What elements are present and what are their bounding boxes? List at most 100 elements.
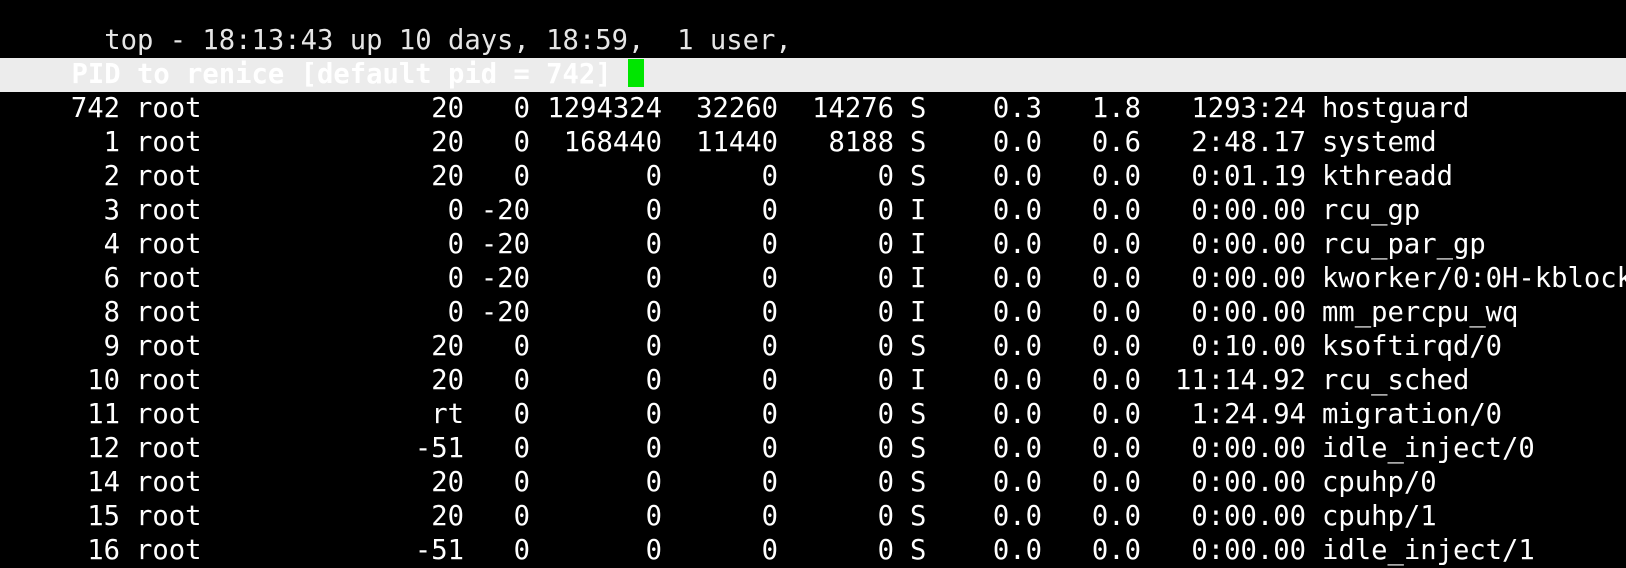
process-shr: 0 [877, 365, 894, 396]
terminal-window[interactable]: top - 18:13:43 up 10 days, 18:59, 1 user… [0, 0, 1626, 568]
process-nice: 0 [513, 467, 530, 498]
process-mem: 0.0 [1091, 161, 1141, 192]
process-row[interactable]: 12 root -51 0 0 0 0 S 0.0 0.0 0:00.00 idle_inject/0 [6, 432, 1626, 466]
process-res: 0 [761, 535, 778, 566]
process-row[interactable]: 742 root 20 0 1294324 32260 14276 S 0.3 1.8 1293:2… [6, 92, 1626, 126]
process-shr: 8188 [828, 127, 894, 158]
text-cursor[interactable] [628, 59, 645, 87]
process-row[interactable]: 11 root rt 0 0 0 0 S 0.0 0.0 1:24.94 migration/0 [6, 398, 1626, 432]
process-mem: 0.0 [1091, 399, 1141, 430]
process-shr: 0 [877, 331, 894, 362]
process-row[interactable]: 1 root 20 0 168440 11440 8188 S 0.0 0.6 2:48.17 sys… [6, 126, 1626, 160]
process-nice: 0 [513, 93, 530, 124]
process-shr: 0 [877, 195, 894, 226]
process-time: 0:10.00 [1191, 331, 1306, 362]
process-state: S [910, 535, 927, 566]
process-pid: 2 [103, 161, 120, 192]
process-user: root [136, 195, 202, 226]
process-state: S [910, 399, 927, 430]
process-row[interactable]: 9 root 20 0 0 0 0 S 0.0 0.0 0:10.00 ksoftirqd/0 [6, 330, 1626, 364]
process-virt: 0 [645, 535, 662, 566]
process-shr: 0 [877, 161, 894, 192]
process-user: root [136, 535, 202, 566]
process-row[interactable]: 16 root -51 0 0 0 0 S 0.0 0.0 0:00.00 idle_inject/1 [6, 534, 1626, 568]
process-mem: 0.0 [1091, 433, 1141, 464]
process-time: 0:00.00 [1191, 297, 1306, 328]
process-command: hostguard [1322, 93, 1470, 124]
process-res: 0 [761, 229, 778, 260]
process-cpu: 0.0 [992, 399, 1042, 430]
process-nice: -20 [480, 195, 530, 226]
process-res: 0 [761, 161, 778, 192]
process-command: systemd [1322, 127, 1437, 158]
process-command: idle_inject/0 [1322, 433, 1535, 464]
process-priority: 20 [431, 93, 464, 124]
process-time: 0:00.00 [1191, 229, 1306, 260]
process-cpu: 0.0 [992, 263, 1042, 294]
process-pid: 15 [87, 501, 120, 532]
process-row[interactable]: 3 root 0 -20 0 0 0 I 0.0 0.0 0:00.00 rcu_gp [6, 194, 1626, 228]
process-priority: 20 [431, 501, 464, 532]
previous-output-text: top - 18:13:43 up 10 days, 18:59, 1 user… [71, 25, 792, 56]
process-cpu: 0.3 [992, 93, 1042, 124]
process-user: root [136, 161, 202, 192]
process-pid: 10 [87, 365, 120, 396]
process-pid: 12 [87, 433, 120, 464]
process-state: I [910, 229, 927, 260]
process-priority: 20 [431, 331, 464, 362]
process-mem: 1.8 [1091, 93, 1141, 124]
process-priority: 20 [431, 467, 464, 498]
process-row[interactable]: 2 root 20 0 0 0 0 S 0.0 0.0 0:01.19 kthreadd [6, 160, 1626, 194]
process-res: 0 [761, 365, 778, 396]
process-row[interactable]: 14 root 20 0 0 0 0 S 0.0 0.0 0:00.00 cpuhp/0 [6, 466, 1626, 500]
process-row[interactable]: 8 root 0 -20 0 0 0 I 0.0 0.0 0:00.00 mm_percpu_wq [6, 296, 1626, 330]
process-pid: 6 [103, 263, 120, 294]
process-row[interactable]: 4 root 0 -20 0 0 0 I 0.0 0.0 0:00.00 rcu_par_gp [6, 228, 1626, 262]
process-cpu: 0.0 [992, 365, 1042, 396]
process-shr: 14276 [812, 93, 894, 124]
process-command: mm_percpu_wq [1322, 297, 1519, 328]
process-virt: 0 [645, 297, 662, 328]
process-state: I [910, 263, 927, 294]
process-virt: 0 [645, 161, 662, 192]
process-command: cpuhp/1 [1322, 501, 1437, 532]
process-priority: -51 [414, 433, 464, 464]
process-row[interactable]: 6 root 0 -20 0 0 0 I 0.0 0.0 0:00.00 kworker/0:0H-k… [6, 262, 1626, 296]
process-time: 0:01.19 [1191, 161, 1306, 192]
process-command: rcu_par_gp [1322, 229, 1486, 260]
process-nice: 0 [513, 127, 530, 158]
process-cpu: 0.0 [992, 229, 1042, 260]
process-virt: 1294324 [547, 93, 662, 124]
process-mem: 0.0 [1091, 263, 1141, 294]
process-user: root [136, 467, 202, 498]
process-res: 32260 [696, 93, 778, 124]
renice-prompt-text: PID to renice [default pid = 742] [71, 59, 629, 90]
process-mem: 0.6 [1091, 127, 1141, 158]
process-nice: -20 [480, 229, 530, 260]
process-command: rcu_gp [1322, 195, 1421, 226]
process-row[interactable]: 15 root 20 0 0 0 0 S 0.0 0.0 0:00.00 cpuhp/1 [6, 500, 1626, 534]
process-virt: 0 [645, 263, 662, 294]
process-shr: 0 [877, 263, 894, 294]
process-priority: 0 [447, 263, 464, 294]
process-user: root [136, 229, 202, 260]
process-user: root [136, 399, 202, 430]
process-time: 0:00.00 [1191, 535, 1306, 566]
process-virt: 0 [645, 229, 662, 260]
process-cpu: 0.0 [992, 331, 1042, 362]
process-row[interactable]: 10 root 20 0 0 0 0 I 0.0 0.0 11:14.92 rcu_sched [6, 364, 1626, 398]
process-shr: 0 [877, 467, 894, 498]
process-virt: 0 [645, 501, 662, 532]
process-nice: 0 [513, 161, 530, 192]
process-state: S [910, 331, 927, 362]
process-command: kworker/0:0H-kblockd [1322, 263, 1626, 294]
process-mem: 0.0 [1091, 501, 1141, 532]
process-priority: 0 [447, 229, 464, 260]
process-res: 0 [761, 331, 778, 362]
process-cpu: 0.0 [992, 535, 1042, 566]
process-user: root [136, 331, 202, 362]
process-mem: 0.0 [1091, 229, 1141, 260]
process-pid: 1 [103, 127, 120, 158]
process-shr: 0 [877, 297, 894, 328]
process-command: cpuhp/0 [1322, 467, 1437, 498]
